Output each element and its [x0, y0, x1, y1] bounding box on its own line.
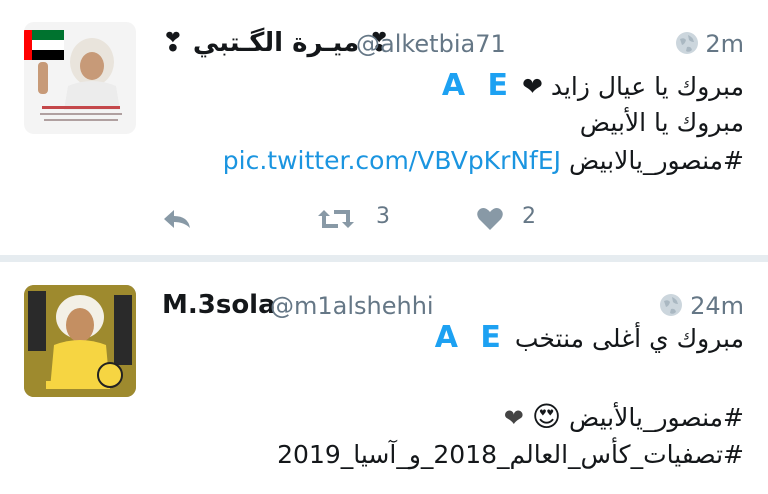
avatar-image [24, 285, 136, 397]
retweet-icon[interactable] [316, 206, 356, 236]
hashtag[interactable]: #منصور_يالابيض [569, 146, 744, 175]
heart-icon: ❤ [503, 404, 524, 432]
tweet-text-line: مبروك ي أغلى منتخب A E [435, 320, 744, 355]
tweet-text-line: مبروك يا عيال زايد ❤ A E [442, 68, 744, 103]
tweet-text-line: مبروك يا الأبيض [579, 108, 744, 137]
reply-icon[interactable] [160, 206, 194, 236]
tweet-text-line: #منصور_يالابيض pic.twitter.com/VBVpKrNfE… [223, 146, 744, 175]
ae-badge: A E [441, 68, 514, 103]
media-link[interactable]: pic.twitter.com/VBVpKrNfEJ [223, 146, 561, 175]
like-count: 2 [522, 204, 536, 229]
timestamp[interactable]: 2m [705, 30, 744, 58]
tweet-divider [0, 255, 768, 262]
ae-badge: A E [434, 320, 507, 355]
globe-icon [674, 30, 700, 60]
globe-icon [658, 292, 684, 322]
like-icon[interactable] [476, 206, 504, 236]
tweet[interactable]: M.3sola @m1alshehhi 24m مبروك ي أغلى منت… [0, 262, 768, 494]
avatar-image [24, 22, 136, 134]
user-handle[interactable]: @alketbia71 [356, 30, 506, 58]
tweet-text: مبروك يا عيال زايد ❤ [521, 72, 744, 101]
user-handle[interactable]: @m1alshehhi [270, 292, 434, 320]
hashtag[interactable]: #تصفيات_كأس_العالم_2018_و_آسيا_2019 [277, 440, 744, 469]
timestamp[interactable]: 24m [690, 292, 744, 320]
tweet-actions: 3 2 [150, 202, 570, 236]
tweet-text: مبروك ي أغلى منتخب [514, 324, 744, 353]
avatar[interactable] [24, 285, 136, 397]
tweet[interactable]: ❣ ميـرة الگـتبي ❣ @alketbia71 2m مبروك ي… [0, 0, 768, 255]
hashtag[interactable]: #منصور_يالأبيض [569, 403, 744, 432]
avatar[interactable] [24, 22, 136, 134]
retweet-count: 3 [376, 204, 390, 229]
tweet-header: ❣ ميـرة الگـتبي ❣ @alketbia71 2m [150, 24, 744, 64]
heart-eyes-emoji: 😍 [531, 400, 562, 433]
tweet-text-line: #منصور_يالأبيض 😍 ❤ [504, 400, 744, 433]
display-name[interactable]: M.3sola [162, 290, 276, 320]
